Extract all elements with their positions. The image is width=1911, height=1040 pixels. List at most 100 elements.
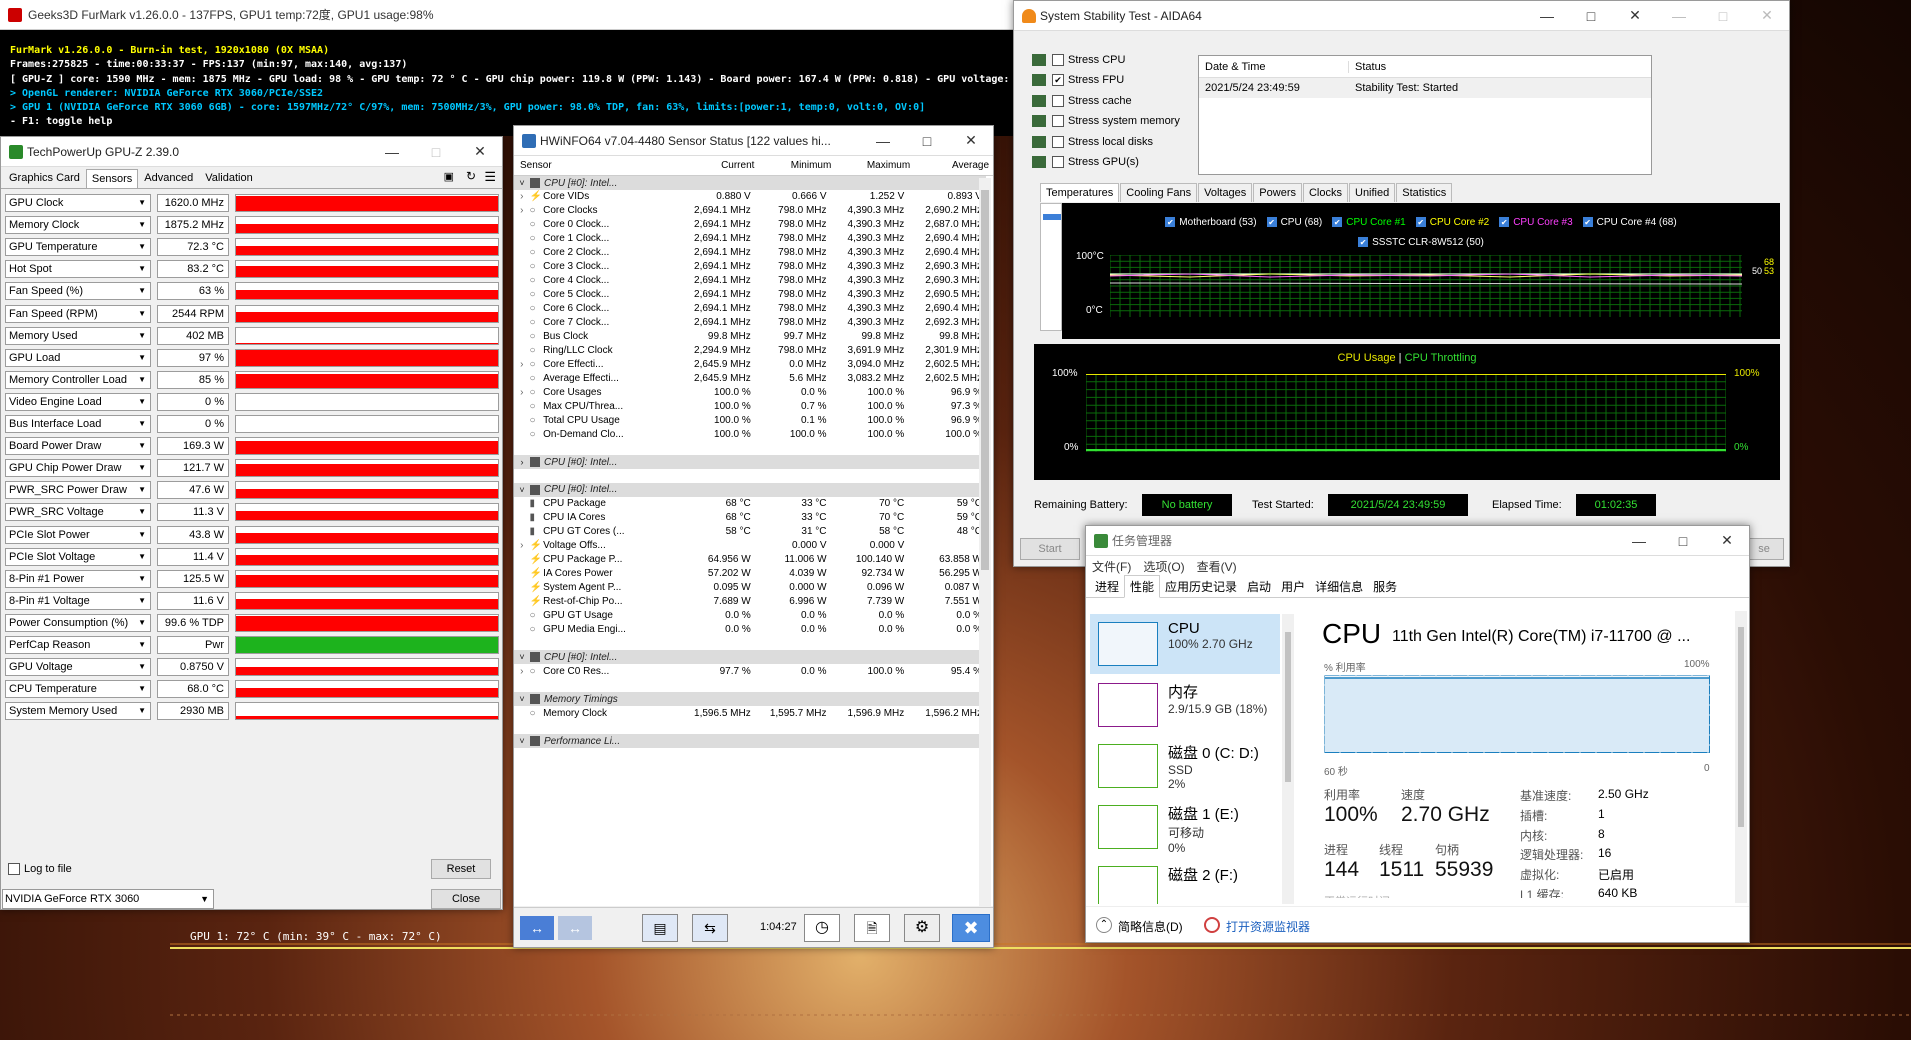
legend-checkbox[interactable]: ✔: [1332, 217, 1343, 227]
table-row[interactable]: ○ Core 4 Clock... 2,694.1 MHz 798.0 MHz 4,39…: [514, 274, 986, 288]
stress-option[interactable]: Stress GPU(s): [1032, 156, 1139, 168]
tab-clocks[interactable]: Clocks: [1302, 183, 1348, 202]
sidebar-scrollbar-thumb[interactable]: [1285, 632, 1291, 782]
sensor-name-dropdown[interactable]: 8-Pin #1 Power ▼: [5, 569, 151, 588]
table-row[interactable]: ▮ CPU IA Cores 68 °C 33 °C 70 °C 59 °C: [514, 511, 986, 525]
chevron-right-icon[interactable]: ›: [514, 387, 530, 398]
sensor-name-dropdown[interactable]: Hot Spot ▼: [5, 260, 151, 279]
table-row[interactable]: ○ GPU GT Usage 0.0 % 0.0 % 0.0 % 0.0 %: [514, 608, 986, 622]
menu-icon[interactable]: ☰: [484, 169, 496, 185]
menu-file[interactable]: 文件(F): [1092, 558, 1131, 575]
legend-checkbox[interactable]: ✔: [1165, 217, 1176, 227]
sensor-name-dropdown[interactable]: GPU Chip Power Draw ▼: [5, 459, 151, 478]
monitor-icon[interactable]: ▤: [642, 914, 678, 942]
scrollbar-thumb[interactable]: [981, 190, 989, 570]
close-sensors-icon[interactable]: ✖: [952, 914, 990, 942]
table-row[interactable]: › ○ Core Usages 100.0 % 0.0 % 100.0 % 96.9 %: [514, 385, 986, 399]
sensor-name-dropdown[interactable]: PWR_SRC Voltage ▼: [5, 503, 151, 522]
sidebar-item[interactable]: CPU 100% 2.70 GHz: [1090, 614, 1280, 674]
hwinfo-titlebar[interactable]: HWiNFO64 v7.04-4480 Sensor Status [122 v…: [514, 126, 993, 156]
table-row[interactable]: ○ Ring/LLC Clock 2,294.9 MHz 798.0 MHz 3,691…: [514, 343, 986, 357]
table-row[interactable]: ▮ CPU Package 68 °C 33 °C 70 °C 59 °C: [514, 497, 986, 511]
tab-cooling-fans[interactable]: Cooling Fans: [1120, 183, 1198, 202]
sidebar-scrollbar[interactable]: [1282, 614, 1294, 904]
sensor-name-dropdown[interactable]: System Memory Used ▼: [5, 702, 151, 721]
checkbox-box[interactable]: [1052, 135, 1064, 148]
sensor-name-dropdown[interactable]: 8-Pin #1 Voltage ▼: [5, 591, 151, 610]
stress-option[interactable]: Stress system memory: [1032, 115, 1180, 128]
partial-button[interactable]: se: [1744, 538, 1784, 560]
tab-5[interactable]: 详细信息: [1310, 576, 1368, 597]
col-date-time[interactable]: Date & Time: [1199, 60, 1349, 73]
hwinfo-scrollbar[interactable]: [979, 178, 991, 908]
nav-arrows-right-icon[interactable]: ↔: [558, 916, 592, 940]
chevron-right-icon[interactable]: ›: [514, 205, 530, 216]
chevron-down-icon[interactable]: ˅: [514, 736, 530, 746]
table-row[interactable]: ○ On-Demand Clo... 100.0 % 100.0 % 100.0 % 10…: [514, 427, 986, 441]
maximize-icon[interactable]: □: [1569, 8, 1613, 24]
maximize-icon[interactable]: □: [905, 133, 949, 149]
table-row[interactable]: ⚡ IA Cores Power 57.202 W 4.039 W 92.734 W 56…: [514, 567, 986, 581]
sidebar-item[interactable]: 内存 2.9/15.9 GB (18%): [1090, 675, 1280, 735]
minimize-icon-2[interactable]: —: [1657, 8, 1701, 24]
stress-option[interactable]: Stress cache: [1032, 94, 1132, 107]
table-row[interactable]: ○ Core 1 Clock... 2,694.1 MHz 798.0 MHz 4,39…: [514, 232, 986, 246]
table-row[interactable]: › ○ Core Clocks 2,694.1 MHz 798.0 MHz 4,390.3…: [514, 204, 986, 218]
camera-icon[interactable]: ▣: [444, 170, 454, 183]
table-row[interactable]: ○ Memory Clock 1,596.5 MHz 1,595.7 MHz 1,596…: [514, 706, 986, 720]
checkbox-box[interactable]: ✔: [1052, 74, 1064, 87]
sensor-group-header[interactable]: ˅ Memory Timings: [514, 692, 986, 707]
sensor-name-dropdown[interactable]: PCIe Slot Voltage ▼: [5, 547, 151, 566]
close-button[interactable]: Close: [431, 889, 501, 909]
menu-view[interactable]: 查看(V): [1197, 558, 1237, 575]
table-row[interactable]: › ⚡ Core VIDs 0.880 V 0.666 V 1.252 V 0.893 V: [514, 190, 986, 204]
tab-0[interactable]: 进程: [1090, 576, 1124, 597]
table-row[interactable]: ○ Total CPU Usage 100.0 % 0.1 % 100.0 % 96.9 …: [514, 413, 986, 427]
reset-button[interactable]: Reset: [431, 859, 491, 879]
open-resource-monitor-link[interactable]: 打开资源监视器: [1226, 918, 1310, 935]
tab-1[interactable]: 性能: [1124, 575, 1161, 598]
tab-powers[interactable]: Powers: [1253, 183, 1302, 202]
minimize-icon[interactable]: —: [861, 133, 905, 149]
legend-checkbox[interactable]: ✔: [1415, 217, 1426, 227]
checkbox-box[interactable]: [1052, 156, 1064, 168]
clock-icon[interactable]: ◷: [804, 914, 840, 942]
sensor-name-dropdown[interactable]: GPU Load ▼: [5, 348, 151, 367]
table-row[interactable]: ⚡ Rest-of-Chip Po... 7.689 W 6.996 W 7.739 W…: [514, 595, 986, 609]
taskmgr-titlebar[interactable]: 任务管理器 — □ ✕: [1086, 526, 1749, 556]
sensor-name-dropdown[interactable]: Board Power Draw ▼: [5, 437, 151, 456]
legend-checkbox[interactable]: ✔: [1266, 217, 1277, 227]
tab-6[interactable]: 服务: [1368, 576, 1402, 597]
tab-statistics[interactable]: Statistics: [1396, 183, 1453, 202]
sensor-name-dropdown[interactable]: Fan Speed (RPM) ▼: [5, 304, 151, 323]
main-scrollbar[interactable]: [1735, 611, 1747, 903]
minimize-icon[interactable]: —: [370, 144, 414, 160]
sensor-group-header[interactable]: ˅ Performance Li...: [514, 734, 986, 748]
close-icon[interactable]: ✕: [949, 132, 993, 149]
tab-unified[interactable]: Unified: [1349, 183, 1396, 202]
maximize-icon[interactable]: □: [414, 144, 458, 160]
stress-option[interactable]: Stress CPU: [1032, 54, 1125, 66]
chevron-right-icon[interactable]: ›: [514, 191, 530, 202]
col-status[interactable]: Status: [1349, 61, 1649, 73]
chevron-up-icon[interactable]: ⌃: [1096, 917, 1112, 933]
table-row[interactable]: ⚡ System Agent P... 0.095 W 0.000 W 0.096 W 0…: [514, 581, 986, 595]
sensor-name-dropdown[interactable]: Power Consumption (%) ▼: [5, 613, 151, 632]
log-row[interactable]: 2021/5/24 23:49:59 Stability Test: Start…: [1199, 78, 1651, 98]
nav-arrows-icon[interactable]: ↔: [520, 916, 554, 940]
maximize-icon[interactable]: □: [1661, 533, 1705, 549]
chevron-right-icon[interactable]: ›: [514, 540, 530, 551]
sensor-name-dropdown[interactable]: Video Engine Load ▼: [5, 392, 151, 411]
stress-option[interactable]: ✔ Stress FPU: [1032, 74, 1124, 87]
legend-item[interactable]: ✔ CPU Core #4 (68): [1582, 213, 1677, 233]
sensor-group-header[interactable]: ˅ CPU [#0]: Intel...: [514, 176, 986, 190]
close-icon[interactable]: ✕: [458, 143, 502, 160]
minimize-icon[interactable]: —: [1617, 533, 1661, 549]
sensor-group-header[interactable]: › CPU [#0]: Intel...: [514, 455, 986, 469]
refresh-icon[interactable]: ↻: [466, 169, 476, 183]
close-icon[interactable]: ✕: [1705, 532, 1749, 549]
menu-options[interactable]: 选项(O): [1143, 558, 1184, 575]
sidebar-item[interactable]: 磁盘 0 (C: D:) SSD 2%: [1090, 736, 1280, 796]
table-row[interactable]: ○ Core 2 Clock... 2,694.1 MHz 798.0 MHz 4,39…: [514, 246, 986, 260]
sensor-name-dropdown[interactable]: Memory Clock ▼: [5, 216, 151, 235]
